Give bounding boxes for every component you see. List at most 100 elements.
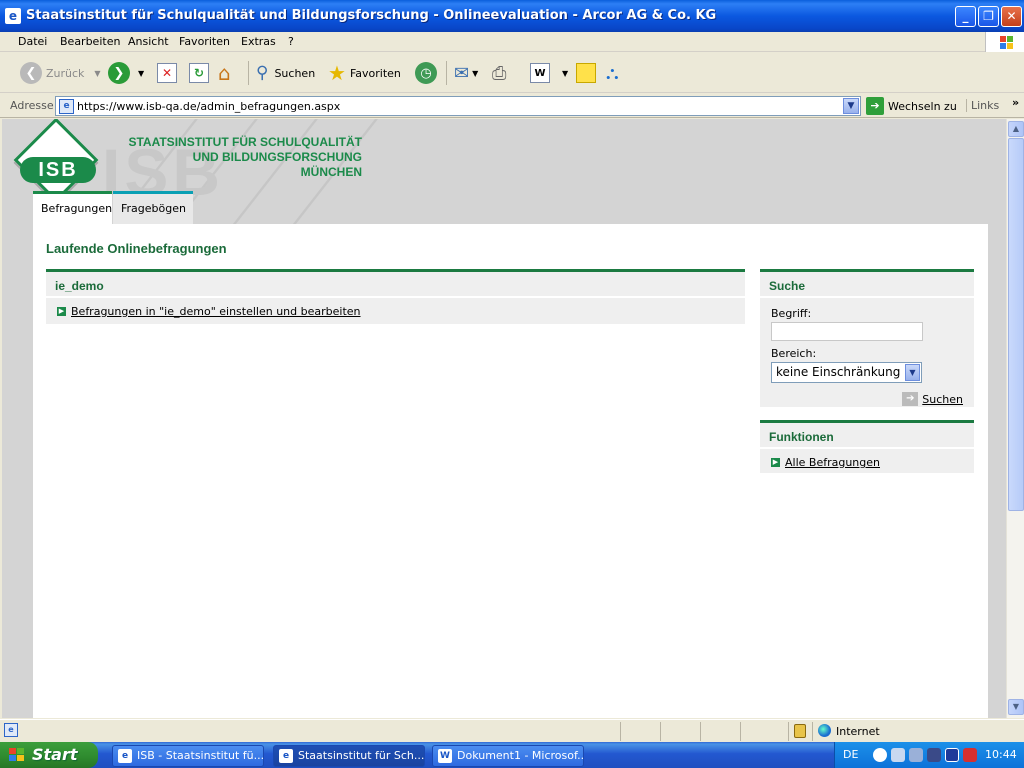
taskbar: Start e ISB - Staatsinstitut fü... e Sta… [0,742,1024,768]
status-cell [660,722,661,741]
taskbar-item-isb[interactable]: e ISB - Staatsinstitut fü... [112,745,264,767]
refresh-button[interactable]: ↻ [189,61,209,85]
area-select[interactable]: keine Einschränkung ▼ [771,362,922,383]
all-surveys-link-row: ▶ Alle Befragungen [771,456,963,469]
links-label[interactable]: Links [966,99,999,112]
logo-text: ISB [20,157,96,183]
lock-icon [794,724,806,738]
messenger-button[interactable]: ⛬ [606,61,619,85]
go-button[interactable]: ➔ Wechseln zu [866,97,957,115]
ie-icon: e [118,749,132,763]
word-icon: W [438,749,452,763]
chevron-down-icon: ▼ [472,68,479,78]
edit-word-button[interactable]: W ▼ [530,61,568,85]
taskbar-item-label: Dokument1 - Microsof... [457,749,584,762]
survey-panel-title: ie_demo [46,272,745,298]
search-button[interactable]: ⚲ Suchen [256,61,315,85]
chevron-down-icon: ▼ [94,68,101,78]
scroll-down-icon[interactable]: ▼ [1008,699,1024,715]
home-icon: ⌂ [218,61,231,85]
address-bar: Adresse e https://www.isb-qa.de/admin_be… [0,94,1024,118]
sticky-note-icon [576,63,596,83]
tab-frageboegen[interactable]: Fragebögen [113,191,193,224]
status-cell [788,722,789,741]
maximize-button[interactable]: ❐ [978,6,999,27]
print-button[interactable]: ⎙ [492,61,506,85]
tab-befragungen[interactable]: Befragungen [33,191,112,224]
favorites-button[interactable]: ★ Favoriten [328,61,401,85]
scroll-thumb[interactable] [1008,138,1024,511]
taskbar-item-dokument1[interactable]: W Dokument1 - Microsof... [432,745,584,767]
edit-surveys-link[interactable]: Befragungen in "ie_demo" einstellen und … [71,305,361,318]
status-cell [740,722,741,741]
toolbar: ❮ Zurück ▼ ❯ ▼ ✕ ↻ ⌂ ⚲ Suchen ★ Favorite… [0,53,1024,93]
term-label: Begriff: [771,307,812,320]
go-label: Wechseln zu [888,99,957,113]
scroll-up-icon[interactable]: ▲ [1008,121,1024,137]
printer-icon: ⎙ [492,62,507,84]
menu-datei[interactable]: Datei [18,35,47,48]
system-tray: DE 10:44 [834,742,1024,768]
history-button[interactable]: ◷ [415,61,437,85]
close-button[interactable]: ✕ [1001,6,1022,27]
home-button[interactable]: ⌂ [218,61,231,85]
page-viewport: ISB ISB STAATSINSTITUT FÜR SCHULQUALITÄT… [0,119,1006,718]
back-arrow-icon: ❮ [20,62,42,84]
menu-help[interactable]: ? [288,35,294,48]
word-icon: W [530,63,550,83]
functions-panel-title: Funktionen [760,423,974,449]
address-url: https://www.isb-qa.de/admin_befragungen.… [77,100,341,113]
security-center-icon[interactable] [945,748,959,762]
taskbar-item-staatsinstitut[interactable]: e Staatsinstitut für Sch... [273,745,425,767]
back-button[interactable]: ❮ Zurück ▼ [20,61,101,85]
go-arrow-icon: ➔ [866,97,884,115]
chevron-down-icon[interactable]: ▼ [843,98,859,114]
search-submit-link[interactable]: Suchen [922,393,963,406]
page-title: Laufende Onlinebefragungen [46,241,227,256]
window-titlebar[interactable]: e Staatsinstitut für Schulqualität und B… [0,0,1024,32]
ie-icon: e [5,8,21,24]
antivirus-icon[interactable] [963,748,977,762]
search-panel: Suche Begriff: Bereich: keine Einschränk… [760,269,974,407]
chevron-right-icon[interactable]: » [1012,96,1019,109]
back-label: Zurück [46,66,85,80]
refresh-icon: ↻ [189,63,209,83]
favorites-label: Favoriten [349,66,401,80]
term-input[interactable] [771,322,923,341]
menu-bearbeiten[interactable]: Bearbeiten [60,35,120,48]
search-label: Suchen [274,66,316,80]
chevron-down-icon: ▼ [562,68,569,78]
network-icon[interactable] [891,748,905,762]
tray-back-icon[interactable] [873,748,887,762]
menu-ansicht[interactable]: Ansicht [128,35,169,48]
chevron-down-icon: ▼ [138,68,145,78]
security-zone: Internet [836,725,880,738]
functions-panel: Funktionen ▶ Alle Befragungen [760,420,974,473]
area-label: Bereich: [771,347,817,360]
address-input[interactable]: e https://www.isb-qa.de/admin_befragunge… [55,96,861,116]
globe-icon [818,724,831,737]
start-button[interactable]: Start [0,742,98,768]
arrow-right-icon: ➔ [902,392,919,406]
sync-icon[interactable] [909,748,923,762]
main-content: Laufende Onlinebefragungen ie_demo ▶ Bef… [33,224,988,718]
vertical-scrollbar[interactable]: ▲ ▼ [1006,119,1024,718]
institute-line-1: STAATSINSTITUT FÜR SCHULQUALITÄT [128,135,362,149]
window-title: Staatsinstitut für Schulqualität und Bil… [26,8,717,23]
stop-button[interactable]: ✕ [157,61,177,85]
language-indicator[interactable]: DE [843,748,858,761]
battery-icon[interactable] [927,748,941,762]
taskbar-item-label: ISB - Staatsinstitut fü... [137,749,264,762]
mail-button[interactable]: ✉ ▼ [454,61,478,85]
minimize-button[interactable]: _ [955,6,976,27]
menu-extras[interactable]: Extras [241,35,276,48]
page-icon: e [59,99,74,114]
institute-line-3: MÜNCHEN [300,165,362,179]
search-submit[interactable]: ➔ Suchen [771,392,963,406]
menu-favoriten[interactable]: Favoriten [179,35,230,48]
institute-line-2: UND BILDUNGSFORSCHUNG [192,150,362,164]
forward-button[interactable]: ❯ ▼ [108,61,144,85]
history-icon: ◷ [415,62,437,84]
notes-button[interactable] [576,61,596,85]
all-surveys-link[interactable]: Alle Befragungen [785,456,880,469]
